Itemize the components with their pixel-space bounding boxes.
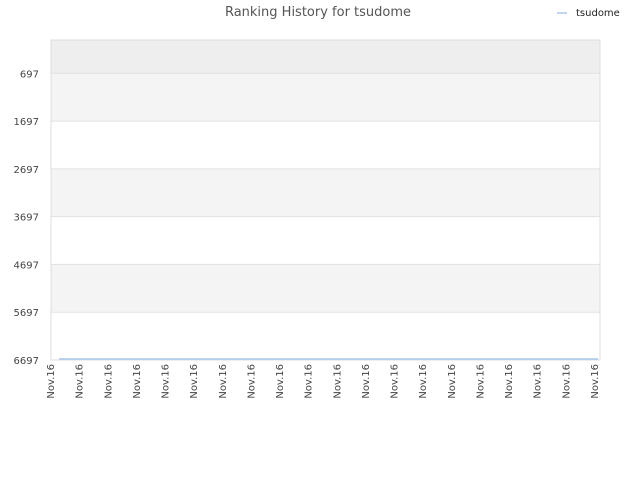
plot-band bbox=[51, 40, 600, 74]
y-tick-label: 4697 bbox=[14, 260, 39, 271]
plot-band bbox=[51, 168, 600, 217]
plot-band bbox=[51, 73, 600, 122]
y-tick-label: 697 bbox=[20, 69, 39, 80]
x-tick-label: Nov.16 bbox=[132, 364, 143, 399]
x-tick-label: Nov.16 bbox=[361, 364, 372, 399]
x-tick-label: Nov.16 bbox=[561, 364, 572, 399]
ranking-chart: 697169726973697469756976697 Nov.16 Nov.16… bbox=[14, 5, 620, 399]
y-tick-label: 5697 bbox=[14, 308, 39, 319]
y-tick-label: 6697 bbox=[14, 356, 39, 367]
plot-band bbox=[51, 264, 600, 313]
y-tick-label: 2697 bbox=[14, 165, 39, 176]
x-tick-label: Nov.16 bbox=[103, 364, 114, 399]
x-tick-label: Nov.16 bbox=[390, 364, 401, 399]
x-tick-label: Nov.16 bbox=[475, 364, 486, 399]
x-tick-label: Nov.16 bbox=[161, 364, 172, 399]
x-tick-label: Nov.16 bbox=[275, 364, 286, 399]
x-tick-label: Nov.16 bbox=[332, 364, 343, 399]
y-axis-ticks: 697 1697 2697 3697 4697 5697 6697 bbox=[14, 69, 39, 367]
plot-band bbox=[51, 312, 600, 360]
legend-label-tsudome: tsudome bbox=[576, 8, 620, 19]
plot-band bbox=[51, 121, 600, 169]
x-tick-label: Nov.16 bbox=[218, 364, 229, 399]
x-tick-label: Nov.16 bbox=[304, 364, 315, 399]
x-tick-label: Nov.16 bbox=[533, 364, 544, 399]
plot-band bbox=[51, 216, 600, 265]
x-tick-label: Nov.16 bbox=[447, 364, 458, 399]
x-tick-label: Nov.16 bbox=[189, 364, 200, 399]
x-tick-label: Nov.16 bbox=[590, 364, 601, 399]
x-tick-label: Nov.16 bbox=[418, 364, 429, 399]
legend[interactable]: tsudome bbox=[557, 8, 620, 19]
x-tick-label: Nov.16 bbox=[504, 364, 515, 399]
x-tick-label: Nov.16 bbox=[246, 364, 257, 399]
x-tick-label: Nov.16 bbox=[75, 364, 86, 399]
x-tick-label: Nov.16 bbox=[46, 364, 57, 399]
chart-title: Ranking History for tsudome bbox=[225, 5, 411, 20]
x-axis-ticks: Nov.16 Nov.16 Nov.16 Nov.16 Nov.16 Nov.16 Nov.… bbox=[46, 364, 601, 399]
y-tick-label: 3697 bbox=[14, 213, 39, 224]
y-tick-label: 1697 bbox=[14, 117, 39, 128]
